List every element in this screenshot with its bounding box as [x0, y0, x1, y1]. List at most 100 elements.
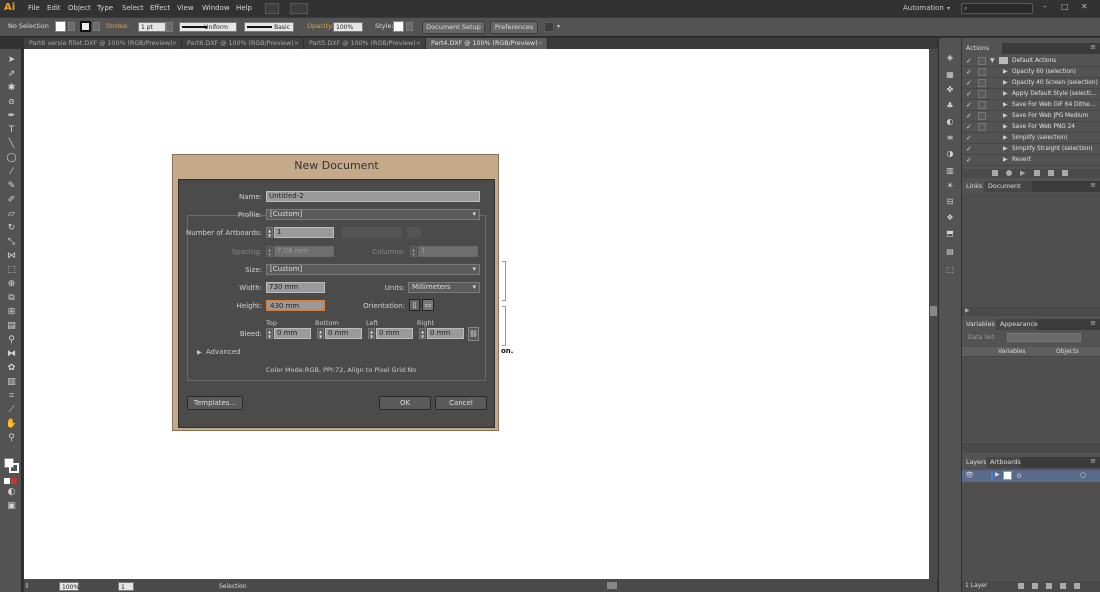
dialog-toggle-icon[interactable] — [978, 101, 986, 109]
color-guide-icon[interactable]: ◈ — [944, 52, 956, 64]
close-tab-icon[interactable]: × — [538, 38, 543, 49]
bleed-left-stepper[interactable]: ▲ ▼ — [368, 328, 375, 339]
vertical-scrollbar[interactable] — [929, 49, 938, 579]
bleed-top-stepper[interactable]: ▲ ▼ — [266, 328, 273, 339]
menu-effect[interactable]: Effect — [150, 0, 170, 17]
record-icon[interactable] — [1006, 170, 1012, 176]
new-action-icon[interactable] — [1048, 170, 1054, 176]
data-set-select[interactable] — [1007, 333, 1081, 342]
list-item[interactable]: ✓ ▶ Simplify (selection) — [962, 133, 1100, 144]
blend-tool-icon[interactable]: ⧓ — [5, 348, 18, 361]
dialog-toggle-icon[interactable] — [978, 57, 986, 65]
perspective-grid-icon[interactable]: ⧉ — [5, 292, 18, 305]
menu-window[interactable]: Window — [202, 0, 230, 17]
close-tab-icon[interactable]: × — [416, 38, 421, 49]
none-mode-icon[interactable] — [11, 478, 17, 484]
dialog-toggle-icon[interactable] — [978, 90, 986, 98]
preferences-button[interactable]: Preferences — [490, 21, 538, 34]
artboard-number-field[interactable]: 1 — [118, 582, 134, 591]
opacity-field[interactable]: 100% — [333, 22, 363, 32]
lasso-icon[interactable]: ɞ — [5, 96, 18, 109]
graphic-styles-icon[interactable]: ◐ — [944, 116, 956, 128]
workspace-chevron-icon[interactable]: ▾ — [947, 5, 950, 12]
list-item[interactable]: ✓ ▼ Default Actions — [962, 56, 1100, 67]
templates-button[interactable]: Templates... — [187, 396, 243, 410]
tab-links[interactable]: Links — [962, 181, 984, 192]
expand-layer-icon[interactable]: ▶ — [995, 471, 1000, 478]
stroke-swatch[interactable] — [80, 21, 91, 32]
screen-mode-icon[interactable]: ▣ — [5, 500, 18, 513]
pencil-icon[interactable]: ✎ — [5, 180, 18, 193]
paintbrush-icon[interactable]: ⁄ — [5, 166, 18, 179]
link-bleed-icon[interactable]: ⛓ — [468, 327, 479, 341]
landscape-orientation-icon[interactable]: ▭ — [422, 299, 434, 311]
gradient-tool-icon[interactable]: ▤ — [5, 320, 18, 333]
menu-type[interactable]: Type — [97, 0, 113, 17]
delete-layer-icon[interactable] — [1074, 583, 1080, 589]
transparency-icon[interactable]: ◑ — [944, 148, 956, 160]
stroke-label[interactable]: Stroke: — [106, 22, 129, 30]
expand-icon[interactable]: ▼ — [990, 56, 995, 66]
panel-menu-icon[interactable]: ≡ — [1090, 457, 1096, 465]
document-setup-button[interactable]: Document Setup — [422, 21, 485, 34]
check-icon[interactable]: ✓ — [966, 112, 974, 120]
list-item[interactable]: ✓ ▶ Simplify Straight (selection) — [962, 144, 1100, 155]
tab-part5[interactable]: Part5.DXF @ 100% (RGB/Preview) × — [304, 38, 426, 49]
symbol-sprayer-icon[interactable]: ✿ — [5, 362, 18, 375]
swatches-icon[interactable]: ▦ — [944, 69, 956, 81]
expand-icon[interactable]: ▶ — [1003, 133, 1008, 143]
artboards-input[interactable]: 1 — [274, 227, 334, 238]
panel-menu-icon[interactable]: ▾ — [557, 23, 560, 30]
artboards-stepper[interactable]: ▲ ▼ — [266, 227, 273, 238]
stroke-dropdown[interactable] — [93, 22, 100, 31]
width-input[interactable]: 730 mm — [266, 282, 325, 293]
panel-menu-icon[interactable]: ≡ — [1090, 43, 1096, 51]
fill-swatch[interactable] — [55, 21, 66, 32]
locate-object-icon[interactable] — [1018, 583, 1024, 589]
free-transform-icon[interactable]: ⬚ — [5, 264, 18, 277]
profile-select[interactable]: [Custom] — [266, 209, 480, 220]
bleed-bottom-input[interactable]: 0 mm — [325, 328, 362, 339]
check-icon[interactable]: ✓ — [966, 145, 974, 153]
menu-help[interactable]: Help — [236, 0, 252, 17]
eyedropper-icon[interactable]: ⚲ — [5, 334, 18, 347]
magic-wand-icon[interactable]: ✱ — [5, 82, 18, 95]
bleed-top-input[interactable]: 0 mm — [274, 328, 311, 339]
stroke-panel-icon[interactable]: ≡ — [944, 132, 956, 144]
expand-icon[interactable]: ▶ — [1003, 111, 1008, 121]
ok-button[interactable]: OK — [379, 396, 431, 410]
horizontal-scrollbar[interactable] — [24, 579, 937, 592]
list-item[interactable]: ✓ ▶ Apply Default Style (selecti... — [962, 89, 1100, 100]
tab-document-info[interactable]: Document Info — [984, 181, 1032, 201]
direct-selection-tool-icon[interactable]: ⇗ — [5, 68, 18, 81]
mesh-tool-icon[interactable]: ⊞ — [5, 306, 18, 319]
play-icon[interactable]: ▶ — [1020, 169, 1025, 177]
line-tool-icon[interactable]: ╲ — [5, 138, 18, 151]
new-set-icon[interactable] — [1034, 170, 1040, 176]
horizontal-scroll-thumb[interactable] — [607, 582, 617, 589]
expand-icon[interactable]: ▶ — [1003, 122, 1008, 132]
opacity-label[interactable]: Opacity: — [307, 22, 334, 30]
menu-file[interactable]: File — [28, 0, 40, 17]
vertical-scroll-thumb[interactable] — [930, 306, 937, 316]
arrange-documents-icon[interactable] — [290, 3, 308, 14]
bleed-bottom-stepper[interactable]: ▲ ▼ — [317, 328, 324, 339]
list-item[interactable]: ✓ ▶ Save For Web GIF 64 Dithe... — [962, 100, 1100, 111]
check-icon[interactable]: ✓ — [966, 134, 974, 142]
drawing-mode-icon[interactable]: ◐ — [5, 486, 18, 499]
layer-row[interactable]: 👁 ▶ 0 ○ — [962, 470, 1100, 482]
tab-variables[interactable]: Variables — [962, 319, 996, 330]
style-dropdown[interactable] — [406, 22, 413, 31]
size-select[interactable]: [Custom] — [266, 264, 480, 275]
maximize-button[interactable]: □ — [1061, 2, 1069, 11]
gradient-panel-icon[interactable]: ▥ — [944, 165, 956, 177]
stroke-weight-dropdown[interactable] — [166, 22, 173, 32]
list-item[interactable]: ✓ ▶ Save For Web PNG 24 — [962, 122, 1100, 133]
appearance-icon[interactable]: ☀ — [944, 180, 956, 192]
visibility-eye-icon[interactable]: 👁 — [965, 471, 974, 479]
expand-icon[interactable]: ▶ — [1003, 144, 1008, 154]
dialog-toggle-icon[interactable] — [978, 123, 986, 131]
check-icon[interactable]: ✓ — [966, 57, 974, 65]
expand-icon[interactable]: ▶ — [1003, 155, 1008, 165]
tab-part6-versie-fillet[interactable]: Part6 versie fillet.DXF @ 100% (RGB/Prev… — [24, 38, 182, 49]
